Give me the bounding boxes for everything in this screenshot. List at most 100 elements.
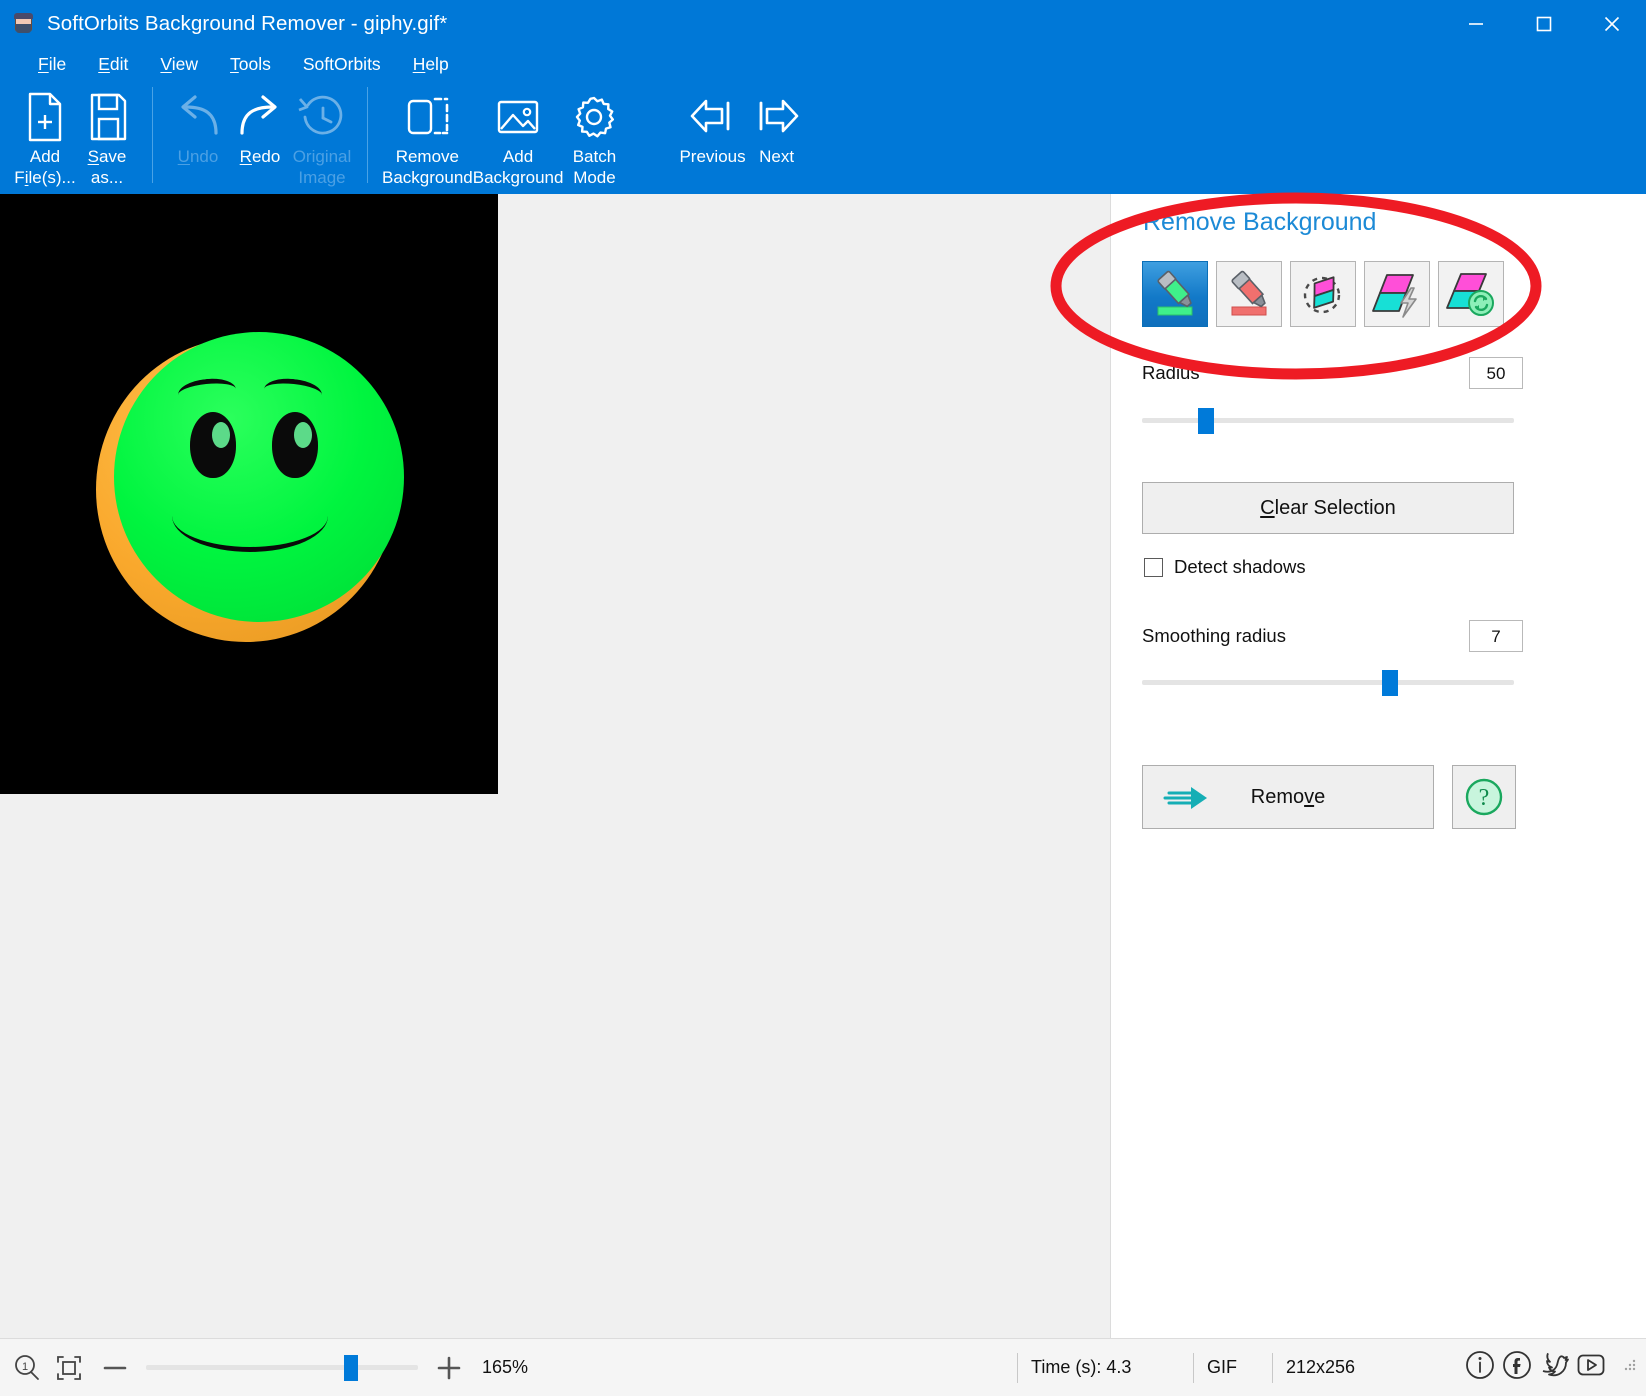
red-marker-icon — [1231, 270, 1267, 316]
help-button[interactable]: ? — [1452, 765, 1516, 829]
toolbar-original-image-label: Original Image — [292, 147, 352, 187]
zoom-out-button[interactable] — [100, 1353, 130, 1383]
title-bar: SoftOrbits Background Remover - giphy.gi… — [0, 0, 1646, 48]
smoothing-radius-label: Smoothing radius — [1142, 625, 1286, 646]
dashed-eraser-icon — [1303, 276, 1341, 314]
toolbar-separator-2 — [367, 87, 368, 183]
smiley-face-graphic — [96, 332, 406, 657]
application-window: SoftOrbits Background Remover - giphy.gi… — [0, 0, 1646, 1396]
floppy-save-icon — [83, 89, 131, 145]
radius-slider[interactable] — [1142, 408, 1514, 434]
detect-shadows-checkbox[interactable] — [1144, 557, 1163, 577]
toolbar: Add File(s)... Save as... Undo Redo Orig… — [0, 81, 1646, 194]
right-panel: Remove Background Radius 50 Clear Select… — [1110, 194, 1646, 1338]
toolbar-add-files-label: Add File(s)... — [14, 147, 76, 187]
social-links — [1463, 1348, 1608, 1387]
toolbar-next[interactable]: Next — [746, 81, 808, 167]
toolbar-next-label: Next — [759, 147, 795, 166]
close-button[interactable] — [1578, 0, 1646, 48]
svg-text:?: ? — [1479, 785, 1490, 811]
remove-button-label: Remove — [1250, 785, 1326, 808]
zoom-in-button[interactable] — [434, 1353, 464, 1383]
menu-item-softorbits[interactable]: SoftOrbits — [287, 52, 397, 77]
zoom-slider-track — [146, 1364, 418, 1370]
toolbar-add-background[interactable]: Add Background — [472, 81, 564, 188]
clear-selection-button[interactable]: Clear Selection — [1142, 482, 1514, 534]
toolbar-redo[interactable]: Redo — [229, 81, 291, 167]
youtube-icon[interactable] — [1574, 1348, 1608, 1387]
window-controls — [1442, 0, 1646, 48]
zoom-percent-label: 165% — [482, 1357, 529, 1377]
menu-item-help[interactable]: Help — [397, 52, 465, 77]
time-label: Time (s): 4.3 — [1031, 1357, 1132, 1377]
canvas-workspace[interactable] — [0, 194, 1110, 1338]
window-title: SoftOrbits Background Remover - giphy.gi… — [47, 12, 448, 35]
picture-icon — [492, 89, 544, 145]
image-preview[interactable] — [0, 194, 498, 794]
toolbar-redo-label: Redo — [239, 147, 281, 166]
arrow-right-icon — [748, 89, 806, 145]
remove-arrow-icon — [1163, 783, 1213, 819]
detect-shadows-label: Detect shadows — [1174, 556, 1306, 577]
clear-selection-label: Clear Selection — [1260, 496, 1396, 519]
maximize-button[interactable] — [1510, 0, 1578, 48]
toolbar-previous[interactable]: Previous — [679, 81, 746, 167]
radius-value-field[interactable]: 50 — [1469, 357, 1523, 389]
toolbar-save-as-label: Save as... — [87, 147, 127, 187]
menu-item-view[interactable]: View — [144, 52, 214, 77]
green-marker-icon — [1157, 270, 1193, 316]
tool-auto-refresh-button[interactable] — [1438, 261, 1504, 327]
toolbar-add-background-label: Add Background — [472, 147, 564, 187]
toolbar-batch-mode[interactable]: Batch Mode — [563, 81, 625, 188]
facebook-icon[interactable] — [1500, 1348, 1534, 1387]
minimize-button[interactable] — [1442, 0, 1510, 48]
smoothing-radius-slider[interactable] — [1142, 670, 1514, 696]
status-bar: 1 165% Time (s): 4.3 GIF 212x256 — [0, 1338, 1646, 1396]
dimensions-label: 212x256 — [1286, 1357, 1356, 1377]
menu-item-file[interactable]: FFileile — [22, 52, 82, 77]
layers-lightning-icon — [1372, 274, 1417, 318]
resize-grip-icon[interactable] — [1622, 1357, 1638, 1378]
radius-label: Radius — [1142, 362, 1200, 383]
document-add-icon — [21, 89, 69, 145]
toolbar-separator-1 — [152, 87, 153, 183]
toolbar-add-files[interactable]: Add File(s)... — [14, 81, 76, 188]
arrow-left-icon — [684, 89, 742, 145]
info-icon[interactable] — [1463, 1348, 1497, 1387]
tool-mark-remove-button[interactable] — [1216, 261, 1282, 327]
menu-item-tools[interactable]: Tools — [214, 52, 287, 77]
panel-title: Remove Background — [1143, 208, 1377, 236]
toolbar-undo[interactable]: Undo — [167, 81, 229, 167]
tool-magic-wand-button[interactable] — [1364, 261, 1430, 327]
format-label: GIF — [1207, 1357, 1237, 1377]
fit-to-screen-icon[interactable] — [54, 1353, 84, 1383]
smoothing-radius-slider-thumb[interactable] — [1382, 670, 1398, 696]
help-question-icon: ? — [1465, 778, 1503, 816]
zoom-slider-thumb[interactable] — [344, 1354, 358, 1381]
toolbar-undo-label: Undo — [177, 147, 219, 166]
tool-buttons-row — [1142, 261, 1504, 327]
clock-history-icon — [296, 89, 348, 145]
smoothing-radius-slider-track — [1142, 680, 1514, 685]
toolbar-save-as[interactable]: Save as... — [76, 81, 138, 188]
tool-eraser-button[interactable] — [1290, 261, 1356, 327]
menu-bar: FFileile Edit View Tools SoftOrbits Help — [0, 48, 1646, 81]
crop-dashed-icon — [401, 89, 453, 145]
tool-mark-keep-button[interactable] — [1142, 261, 1208, 327]
redo-arrow-icon — [232, 89, 288, 145]
detect-shadows-checkbox-row[interactable]: Detect shadows — [1144, 556, 1306, 578]
smoothing-radius-value-field[interactable]: 7 — [1469, 620, 1523, 652]
toolbar-batch-mode-label: Batch Mode — [572, 147, 617, 187]
svg-text:1: 1 — [22, 1361, 28, 1373]
radius-slider-thumb[interactable] — [1198, 408, 1214, 434]
app-logo-icon — [13, 13, 35, 35]
menu-item-edit[interactable]: Edit — [82, 52, 144, 77]
twitter-icon[interactable] — [1537, 1348, 1571, 1387]
toolbar-original-image[interactable]: Original Image — [291, 81, 353, 188]
magnifier-one-to-one-icon[interactable]: 1 — [12, 1353, 42, 1383]
toolbar-previous-label: Previous — [679, 147, 746, 166]
toolbar-remove-background[interactable]: Remove Background — [382, 81, 473, 188]
remove-button[interactable]: Remove — [1142, 765, 1434, 829]
zoom-slider[interactable] — [146, 1354, 418, 1381]
undo-arrow-icon — [170, 89, 226, 145]
